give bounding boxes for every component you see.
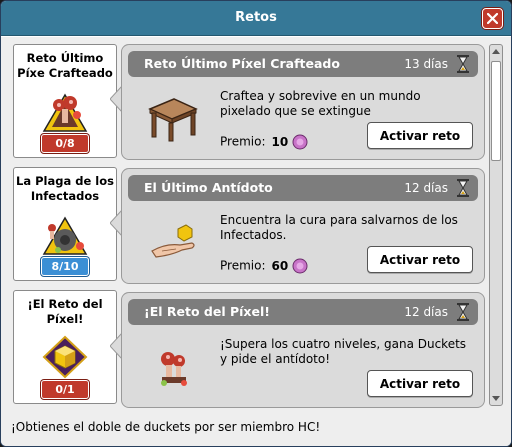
activate-challenge-button[interactable]: Activar reto	[367, 370, 473, 397]
challenge-description: Craftea y sobrevive en un mundo pixelado…	[220, 89, 421, 118]
close-button[interactable]	[482, 8, 503, 29]
card-title: Reto Último Píxe Crafteado	[17, 51, 113, 80]
hc-bonus-notice: ¡Obtienes el doble de duckets por ser mi…	[11, 420, 321, 434]
challenge-panel: ¡El Reto del Píxel! 12 días ¡Supera los …	[121, 292, 485, 408]
duckets-icon	[292, 134, 308, 150]
challenge-description: Encuentra la cura para salvarnos de los …	[220, 213, 458, 242]
days-remaining: 13 días	[404, 57, 448, 71]
close-icon	[487, 13, 498, 24]
challenge-card[interactable]: La Plaga de los Infectados 8/10	[13, 167, 117, 281]
scroll-down-icon[interactable]	[490, 392, 502, 404]
challenge-panel: Reto Último Píxel Crafteado 13 días Craf…	[121, 44, 485, 160]
challenge-header: Reto Último Píxel Crafteado 13 días	[128, 51, 478, 77]
scrollbar[interactable]	[489, 44, 503, 406]
challenge-name: El Último Antídoto	[144, 180, 273, 195]
title-bar[interactable]: Retos	[1, 1, 511, 36]
challenge-panel: El Último Antídoto 12 días Encuentra la …	[121, 168, 485, 284]
campaign-icon	[42, 93, 88, 132]
challenge-header: ¡El Reto del Píxel! 12 días	[128, 299, 478, 325]
reward-amount: 10	[271, 134, 289, 149]
challenge-description: ¡Supera los cuatro niveles, gana Duckets…	[220, 337, 467, 366]
hand-with-cube-icon	[151, 224, 195, 258]
days-remaining: 12 días	[404, 181, 448, 195]
hourglass-icon	[457, 179, 469, 197]
reward: Premio: 10	[220, 134, 308, 150]
reward-label: Premio:	[220, 134, 266, 149]
activate-challenge-button[interactable]: Activar reto	[367, 246, 473, 273]
campaign-icon	[42, 216, 88, 255]
reward-amount: 60	[271, 258, 289, 273]
hourglass-icon	[457, 55, 469, 73]
progress-badge: 8/10	[41, 257, 89, 276]
pixel-cube-icon	[42, 335, 88, 379]
reward-label: Premio:	[220, 258, 266, 273]
reward: Premio: 60	[220, 258, 308, 274]
challenge-card[interactable]: ¡El Reto del Píxel! 0/1	[13, 290, 117, 404]
progress-badge: 0/1	[41, 380, 89, 399]
challenge-card[interactable]: Reto Último Píxe Crafteado 0/8	[13, 44, 117, 158]
challenge-name: ¡El Reto del Píxel!	[144, 304, 270, 319]
wooden-stool-icon	[148, 98, 198, 142]
retos-window: Retos Reto Último Píxe Crafteado 0/8 Ret…	[0, 0, 512, 447]
mushroom-creature-icon	[161, 352, 187, 386]
challenge-name: Reto Último Píxel Crafteado	[144, 56, 340, 71]
activate-challenge-button[interactable]: Activar reto	[367, 122, 473, 149]
duckets-icon	[292, 258, 308, 274]
challenge-list: Reto Último Píxe Crafteado 0/8 Reto Últi…	[1, 37, 511, 446]
scroll-thumb[interactable]	[491, 61, 501, 161]
scroll-up-icon[interactable]	[490, 46, 502, 58]
card-title: La Plaga de los Infectados	[16, 174, 114, 203]
challenge-header: El Último Antídoto 12 días	[128, 175, 478, 201]
progress-badge: 0/8	[41, 134, 89, 153]
hourglass-icon	[457, 303, 469, 321]
window-title: Retos	[235, 10, 277, 25]
days-remaining: 12 días	[404, 305, 448, 319]
card-title: ¡El Reto del Píxel!	[27, 297, 103, 326]
